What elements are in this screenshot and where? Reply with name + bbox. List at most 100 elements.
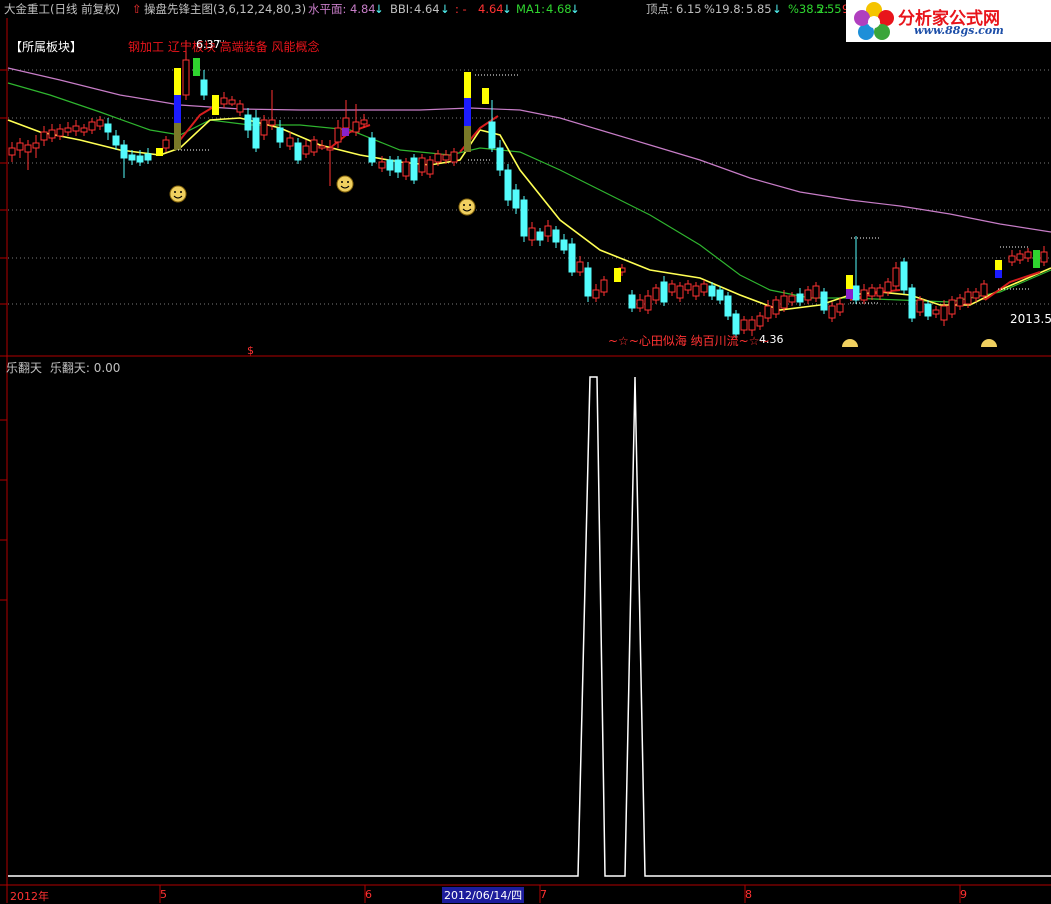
candle-body: [576, 261, 584, 273]
candle-body: [104, 123, 112, 133]
top-value: 6.15: [676, 2, 702, 16]
dollar-marker: $: [247, 344, 254, 357]
candle-body: [980, 283, 988, 297]
candle-body: [1040, 251, 1048, 263]
candle-body: [592, 289, 600, 299]
candle-body: [162, 139, 170, 149]
lefantian-line: [8, 376, 1051, 877]
candle-body: [236, 103, 244, 113]
candle-body: [716, 289, 724, 301]
candle-body: [410, 157, 418, 181]
candle-body: [512, 189, 520, 209]
candle-body: [80, 127, 88, 133]
candle-body: [112, 135, 120, 146]
candle-body: [144, 153, 152, 161]
candle-body: [908, 287, 916, 319]
trend-red-line: [179, 105, 216, 141]
arrow-down-icon: ↓: [440, 2, 450, 16]
pct1-value: 5.85: [746, 2, 772, 16]
x-label: 7: [540, 888, 547, 901]
candle-body: [700, 283, 708, 293]
candle-body: [136, 155, 144, 163]
x-label: 5: [160, 888, 167, 901]
shuiping-label: 水平面:: [308, 2, 347, 16]
candle-body: [764, 305, 772, 319]
candle-body: [96, 119, 104, 127]
smiley-icon: [169, 185, 187, 203]
left-axis-ticks: [0, 69, 7, 601]
pct2-value: 5.55: [816, 2, 842, 16]
candle-body: [584, 267, 592, 297]
candle-body: [1008, 255, 1016, 263]
candle-body: [520, 199, 528, 237]
candle-body: [394, 159, 402, 173]
candle-body: [820, 291, 828, 311]
candle-body: [496, 147, 504, 171]
candle-body: [660, 281, 668, 303]
candle-body: [868, 287, 876, 297]
x-label: 9: [960, 888, 967, 901]
x-label: 6: [365, 888, 372, 901]
top-label: 顶点:: [646, 2, 673, 16]
candle-body: [504, 169, 512, 201]
smiley-icon: [458, 198, 476, 216]
candle-body: [708, 285, 716, 297]
site-logo: 分析家公式网 www.88gs.com: [846, 0, 1051, 42]
bbi-value: 4.64: [414, 2, 440, 16]
logo-url[interactable]: www.88gs.com: [914, 24, 1004, 37]
candle-body: [1024, 251, 1032, 259]
ma1-label: MA1:: [516, 2, 545, 16]
third-label: : -: [455, 2, 467, 16]
candle-body: [244, 114, 252, 131]
candle-body: [286, 137, 294, 147]
sub-title: 乐翻天: [6, 361, 43, 375]
candle-body: [442, 154, 450, 161]
arrow-down-icon: ↓: [374, 2, 384, 16]
candle-body: [884, 281, 892, 293]
candle-body: [260, 119, 268, 136]
arrow-down-icon: ↓: [502, 2, 512, 16]
candle-body: [724, 295, 732, 317]
candle-body: [128, 154, 136, 161]
candle-body: [636, 299, 644, 309]
candle-body: [972, 291, 980, 299]
candle-body: [318, 145, 326, 149]
candle-body: [804, 289, 812, 301]
candle-body: [940, 305, 948, 321]
candle-body: [378, 161, 386, 169]
candle-body: [964, 291, 972, 305]
candle-body: [368, 137, 376, 163]
candle-body: [8, 147, 16, 156]
indicator-name[interactable]: 操盘先锋主图(3,6,12,24,80,3): [144, 1, 306, 17]
sub-panel-title: 乐翻天 乐翻天: 0.00: [6, 359, 120, 376]
candle-body: [900, 261, 908, 291]
arrow-down-icon: ↓: [570, 2, 580, 16]
candle-body: [40, 131, 48, 141]
smiley-icon: [336, 175, 354, 193]
smiley-icon: [842, 339, 858, 347]
candle-body: [568, 243, 576, 273]
candle-body: [876, 287, 884, 297]
candle-body: [924, 303, 932, 317]
x-cursor-date: 2012/06/14/四: [442, 887, 525, 903]
candle-body: [684, 283, 692, 291]
candle-body: [72, 125, 80, 132]
sector-button[interactable]: 【所属板块】: [10, 38, 82, 55]
candle-body: [418, 157, 426, 173]
candle-body: [528, 227, 536, 241]
stock-title[interactable]: 大金重工(日线 前复权): [4, 1, 120, 17]
candle-body: [228, 99, 236, 105]
x-label: 8: [745, 888, 752, 901]
candle-body: [788, 295, 796, 303]
candle-body: [32, 142, 40, 149]
annotation-text: ~☆~心田似海 纳百川流~☆~: [608, 334, 770, 348]
candle-body: [948, 299, 956, 315]
sub-value-label: 乐翻天:: [49, 361, 90, 375]
candle-body: [852, 285, 860, 301]
year-right-label: 2013.5: [1010, 312, 1051, 326]
candle-body: [692, 285, 700, 297]
candle-body: [326, 147, 334, 151]
low-price-label: 4.36: [759, 333, 784, 346]
flower-logo-icon: [854, 2, 894, 40]
candle-body: [310, 139, 318, 153]
